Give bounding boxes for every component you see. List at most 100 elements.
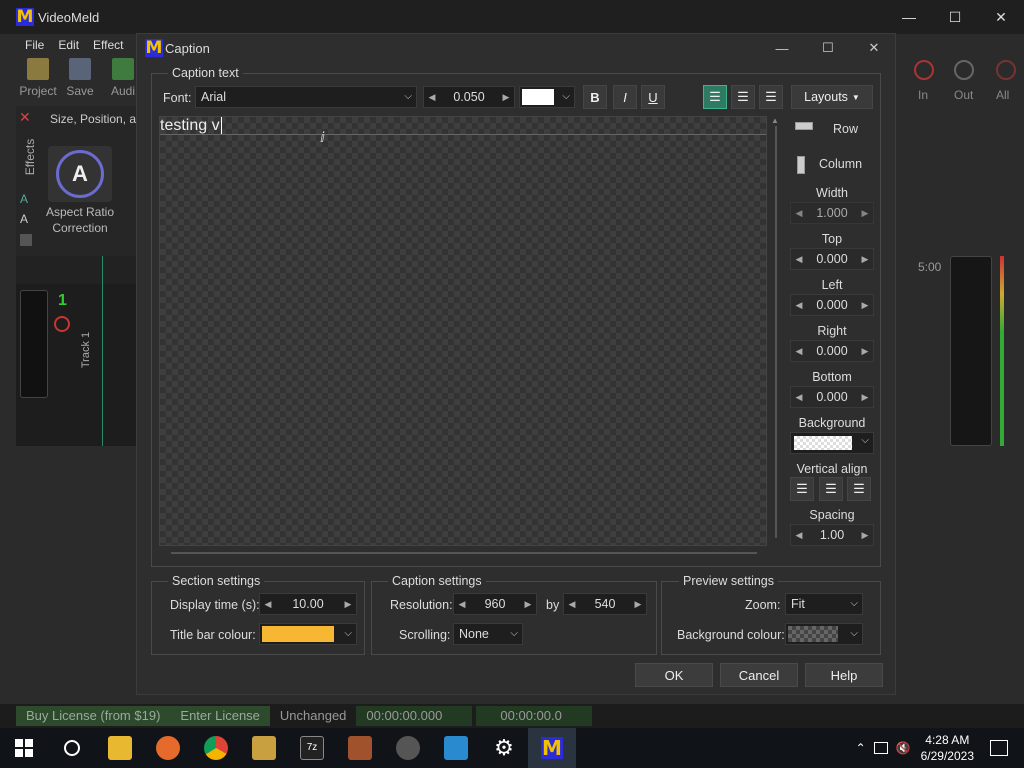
align-right-button[interactable]: ☰ (759, 85, 783, 109)
dialog-close-icon[interactable]: ✕ (851, 34, 897, 62)
playhead[interactable] (102, 256, 103, 446)
increment-icon: ▶ (861, 391, 869, 402)
spacing-spinner[interactable]: ◀ 1.00 ▶ (790, 524, 874, 546)
close-effects-icon[interactable]: ✕ (19, 109, 31, 126)
image-icon[interactable] (20, 234, 32, 246)
scrolling-select[interactable]: None ⌵ (453, 623, 523, 645)
decrement-icon: ◀ (795, 253, 803, 264)
buy-license-button[interactable]: Buy License (from $19) (16, 706, 171, 726)
top-spinner[interactable]: ◀ 0.000 ▶ (790, 248, 874, 270)
vertical-scrollbar[interactable]: ▲ (771, 116, 781, 546)
row-label[interactable]: Row (833, 122, 858, 136)
effect-a-icon[interactable]: A (20, 192, 28, 206)
audio-button[interactable]: Audi (106, 58, 140, 98)
network-icon[interactable] (873, 742, 888, 754)
clock[interactable]: 4:28 AM 6/29/2023 (921, 732, 974, 764)
app-titlebar: M VideoMeld — ☐ ✕ (0, 0, 1024, 34)
valign-middle-button[interactable]: ☰ (819, 477, 843, 501)
preview-bg-colour-select[interactable]: ⌵ (785, 623, 863, 645)
settings-button[interactable]: ⚙ (480, 728, 528, 768)
menu-file[interactable]: File (25, 38, 44, 52)
file-explorer-button[interactable] (96, 728, 144, 768)
zoom-all-icon[interactable] (996, 60, 1016, 80)
display-time-spinner[interactable]: ◀ 10.00 ▶ (259, 593, 357, 615)
volume-muted-icon[interactable]: 🔇 (896, 741, 911, 755)
volume-slider[interactable] (1000, 256, 1004, 446)
text-color-select[interactable]: ⌵ (519, 86, 575, 108)
search-button[interactable] (48, 728, 96, 768)
tray-chevron-icon[interactable]: ⌃ (856, 741, 866, 755)
bottom-spinner[interactable]: ◀ 0.000 ▶ (790, 386, 874, 408)
width-spinner[interactable]: ◀ 1.000 ▶ (790, 202, 874, 224)
align-left-button[interactable]: ☰ (703, 85, 727, 109)
project-icon (27, 58, 49, 80)
top-label: Top (821, 232, 843, 246)
track-number: 1 (58, 292, 67, 309)
settings-icon: ⚙ (494, 735, 514, 760)
decrement-icon: ◀ (458, 598, 466, 609)
text-a-icon[interactable]: A (20, 212, 28, 226)
ok-button[interactable]: OK (635, 663, 713, 687)
remote-button[interactable] (432, 728, 480, 768)
background-color-select[interactable]: ⌵ (790, 432, 874, 454)
column-label[interactable]: Column (819, 157, 862, 171)
firefox-button[interactable] (144, 728, 192, 768)
zoom-in-icon[interactable] (914, 60, 934, 80)
master-meter (950, 256, 992, 446)
valign-top-button[interactable]: ☰ (790, 477, 814, 501)
zoom-out-icon[interactable] (954, 60, 974, 80)
dialog-maximize-icon[interactable]: ☐ (805, 34, 851, 62)
aspect-ratio-effect-thumb[interactable]: A (48, 146, 112, 202)
font-size-spinner[interactable]: ◀ 0.050 ▶ (423, 86, 515, 108)
videomeld-taskbar-button[interactable]: M (528, 728, 576, 768)
italic-button[interactable]: I (613, 85, 637, 109)
enter-license-button[interactable]: Enter License (170, 706, 270, 726)
align-center-button[interactable]: ☰ (731, 85, 755, 109)
menu-edit[interactable]: Edit (58, 38, 79, 52)
increment-icon: ▶ (344, 598, 352, 609)
app-button[interactable] (240, 728, 288, 768)
chrome-button[interactable] (192, 728, 240, 768)
notifications-icon[interactable] (990, 740, 1008, 756)
start-button[interactable] (0, 728, 48, 768)
chevron-down-icon: ⌵ (861, 435, 869, 446)
align-right-icon: ☰ (765, 89, 777, 104)
resolution-width-spinner[interactable]: ◀ 960 ▶ (453, 593, 537, 615)
zoom-select[interactable]: Fit ⌵ (785, 593, 863, 615)
increment-icon[interactable]: ▶ (498, 92, 514, 103)
caption-text-input[interactable]: testing v (160, 117, 766, 135)
dialog-minimize-icon[interactable]: — (759, 34, 805, 62)
font-select[interactable]: Arial ⌵ (195, 86, 417, 108)
effects-tab[interactable]: Effects (23, 139, 37, 175)
archive-button[interactable] (336, 728, 384, 768)
media-player-button[interactable] (384, 728, 432, 768)
save-button[interactable]: Save (62, 58, 98, 98)
caption-canvas[interactable]: testing v (159, 116, 767, 546)
row-icon[interactable] (795, 122, 813, 130)
bold-button[interactable]: B (583, 85, 607, 109)
underline-button[interactable]: U (641, 85, 665, 109)
valign-bottom-button[interactable]: ☰ (847, 477, 871, 501)
preview-settings-label: Preview settings (679, 574, 779, 588)
videomeld-logo-icon: M (145, 38, 163, 58)
project-button[interactable]: Project (18, 58, 58, 98)
minimize-icon[interactable]: — (886, 0, 932, 34)
font-label: Font: (163, 91, 192, 105)
right-spinner[interactable]: ◀ 0.000 ▶ (790, 340, 874, 362)
7zip-button[interactable]: 7z (288, 728, 336, 768)
videomeld-logo-icon: M (16, 7, 34, 27)
decrement-icon[interactable]: ◀ (424, 92, 440, 103)
left-spinner[interactable]: ◀ 0.000 ▶ (790, 294, 874, 316)
menu-effect[interactable]: Effect (93, 38, 123, 52)
column-icon[interactable] (797, 156, 805, 174)
cancel-button[interactable]: Cancel (720, 663, 798, 687)
close-icon[interactable]: ✕ (978, 0, 1024, 34)
title-bar-colour-select[interactable]: ⌵ (259, 623, 357, 645)
layouts-button[interactable]: Layouts ▼ (791, 85, 873, 109)
maximize-icon[interactable]: ☐ (932, 0, 978, 34)
horizontal-scrollbar[interactable] (159, 548, 767, 558)
caption-dialog: M Caption — ☐ ✕ Caption text Font: Arial… (136, 33, 896, 695)
resolution-height-spinner[interactable]: ◀ 540 ▶ (563, 593, 647, 615)
help-button[interactable]: Help (805, 663, 883, 687)
mute-icon[interactable] (54, 316, 70, 332)
